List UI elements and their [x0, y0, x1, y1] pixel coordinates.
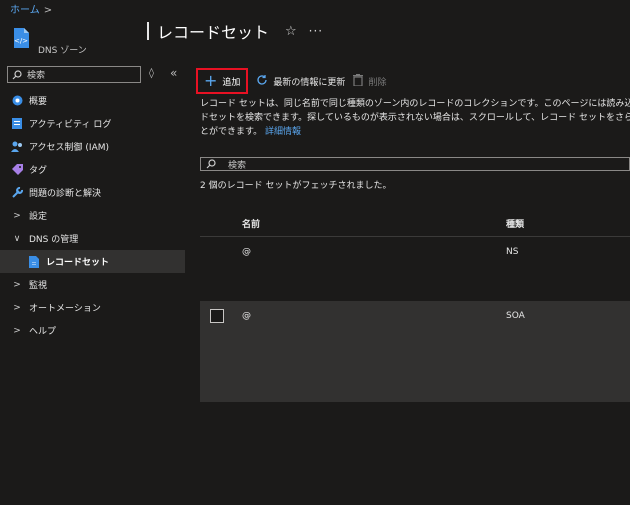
cell-name[interactable]: @	[242, 311, 251, 321]
sidebar-collapse-icon[interactable]: «	[170, 66, 177, 80]
ellipsis-icon[interactable]: ···	[309, 24, 323, 38]
column-header-type[interactable]: 種類	[506, 217, 524, 230]
svg-text:</>: </>	[14, 37, 28, 45]
row-checkbox[interactable]	[210, 309, 224, 323]
column-header-name[interactable]: 名前	[242, 217, 260, 230]
description-line-3-text: とができます。	[200, 127, 263, 137]
page-title: レコードセット	[157, 23, 270, 42]
sidebar-item-label: 設定	[29, 212, 48, 222]
page-description: レコード セットは、同じ名前で同じ種類のゾーン内のレコードのコレクションです。こ…	[200, 97, 630, 139]
overview-icon	[11, 95, 23, 107]
chevron-right-icon: >	[13, 279, 21, 290]
title-divider	[147, 22, 149, 40]
fetch-count-text: 2 個のレコード セットがフェッチされました。	[200, 181, 392, 191]
sidebar-search-input[interactable]: 検索	[7, 66, 141, 83]
sidebar-item-label: アクティビティ ログ	[29, 120, 112, 130]
sidebar-item-label: レコードセット	[46, 258, 110, 268]
sidebar-item-recordsets[interactable]: :: レコードセット	[0, 250, 185, 273]
sidebar-item-label: タグ	[29, 166, 48, 176]
sidebar-item-tags[interactable]: タグ	[0, 158, 185, 181]
chevron-right-icon: >	[13, 325, 21, 336]
refresh-button-label: 最新の情報に更新	[273, 77, 346, 88]
sidebar-item-label: 問題の診断と解決	[29, 189, 102, 199]
page-header: レコードセット ☆ ···	[147, 21, 323, 42]
sidebar-item-iam[interactable]: アクセス制御 (IAM)	[0, 135, 185, 158]
iam-icon	[11, 141, 23, 153]
refresh-button[interactable]: 最新の情報に更新	[256, 74, 345, 89]
description-line-3: とができます。 詳細情報	[200, 125, 630, 139]
activity-log-icon	[11, 118, 23, 130]
cell-type: NS	[506, 247, 519, 257]
delete-button-label: 削除	[368, 77, 387, 88]
sidebar-item-dns-management[interactable]: ∨ DNS の管理	[0, 227, 185, 250]
resource-type-label: DNS ゾーン	[38, 46, 87, 56]
recordset-grid: 名前 種類 @ NS @ SOA	[200, 208, 630, 402]
grid-header: 名前 種類	[200, 208, 630, 237]
chevron-right-icon: >	[13, 210, 21, 221]
sidebar-item-overview[interactable]: 概要	[0, 89, 185, 112]
command-bar: + 追加 最新の情報に更新 削除	[196, 68, 386, 94]
star-icon[interactable]: ☆	[285, 24, 297, 39]
recordset-search-input[interactable]: 検索	[200, 157, 630, 171]
search-icon	[12, 69, 22, 79]
sidebar-item-label: アクセス制御 (IAM)	[29, 143, 110, 153]
breadcrumb: ホーム >	[10, 1, 52, 16]
sidebar-item-label: DNS の管理	[29, 235, 79, 245]
search-icon	[206, 159, 216, 169]
refresh-icon	[256, 74, 268, 89]
sidebar-item-label: 監視	[29, 281, 48, 291]
chevron-right-icon: >	[13, 302, 21, 313]
learn-more-link[interactable]: 詳細情報	[265, 127, 301, 137]
recordset-icon: ::	[28, 255, 40, 268]
sidebar-item-settings[interactable]: > 設定	[0, 204, 185, 227]
table-row[interactable]: @ SOA	[200, 301, 630, 402]
dns-zone-icon: </>	[14, 28, 29, 48]
sidebar-item-monitoring[interactable]: > 監視	[0, 273, 185, 296]
tag-icon	[11, 164, 23, 176]
description-line-2: ドセットを検索できます。探しているものが表示されない場合は、スクロールして、レコ…	[200, 113, 630, 123]
breadcrumb-separator: >	[43, 5, 53, 16]
sidebar-item-label: 概要	[29, 97, 48, 107]
svg-text:::: ::	[32, 261, 36, 267]
wrench-icon	[11, 187, 23, 199]
plus-icon: +	[204, 71, 218, 90]
sidebar-item-help[interactable]: > ヘルプ	[0, 319, 185, 342]
sidebar-item-automation[interactable]: > オートメーション	[0, 296, 185, 319]
breadcrumb-home-link[interactable]: ホーム	[10, 5, 40, 16]
sidebar-nav: 概要 アクティビティ ログ アクセス制御 (IAM) タグ 問題の診断と解決 >…	[0, 89, 185, 342]
sidebar-search-placeholder: 検索	[27, 71, 46, 81]
trash-icon	[353, 73, 364, 89]
add-button[interactable]: + 追加	[196, 68, 249, 94]
sidebar-expand-icon[interactable]: ◊	[149, 68, 154, 79]
cell-name[interactable]: @	[242, 247, 251, 257]
sidebar-item-diagnose[interactable]: 問題の診断と解決	[0, 181, 185, 204]
sidebar-item-label: ヘルプ	[29, 327, 57, 337]
description-line-1: レコード セットは、同じ名前で同じ種類のゾーン内のレコードのコレクションです。こ…	[200, 99, 630, 109]
search-placeholder: 検索	[228, 160, 247, 171]
add-button-label: 追加	[222, 77, 241, 88]
sidebar-item-label: オートメーション	[29, 304, 101, 314]
delete-button[interactable]: 削除	[353, 73, 387, 89]
table-row[interactable]: @ NS	[200, 237, 630, 301]
cell-type: SOA	[506, 311, 525, 321]
chevron-down-icon: ∨	[13, 233, 21, 244]
sidebar-item-activity-log[interactable]: アクティビティ ログ	[0, 112, 185, 135]
